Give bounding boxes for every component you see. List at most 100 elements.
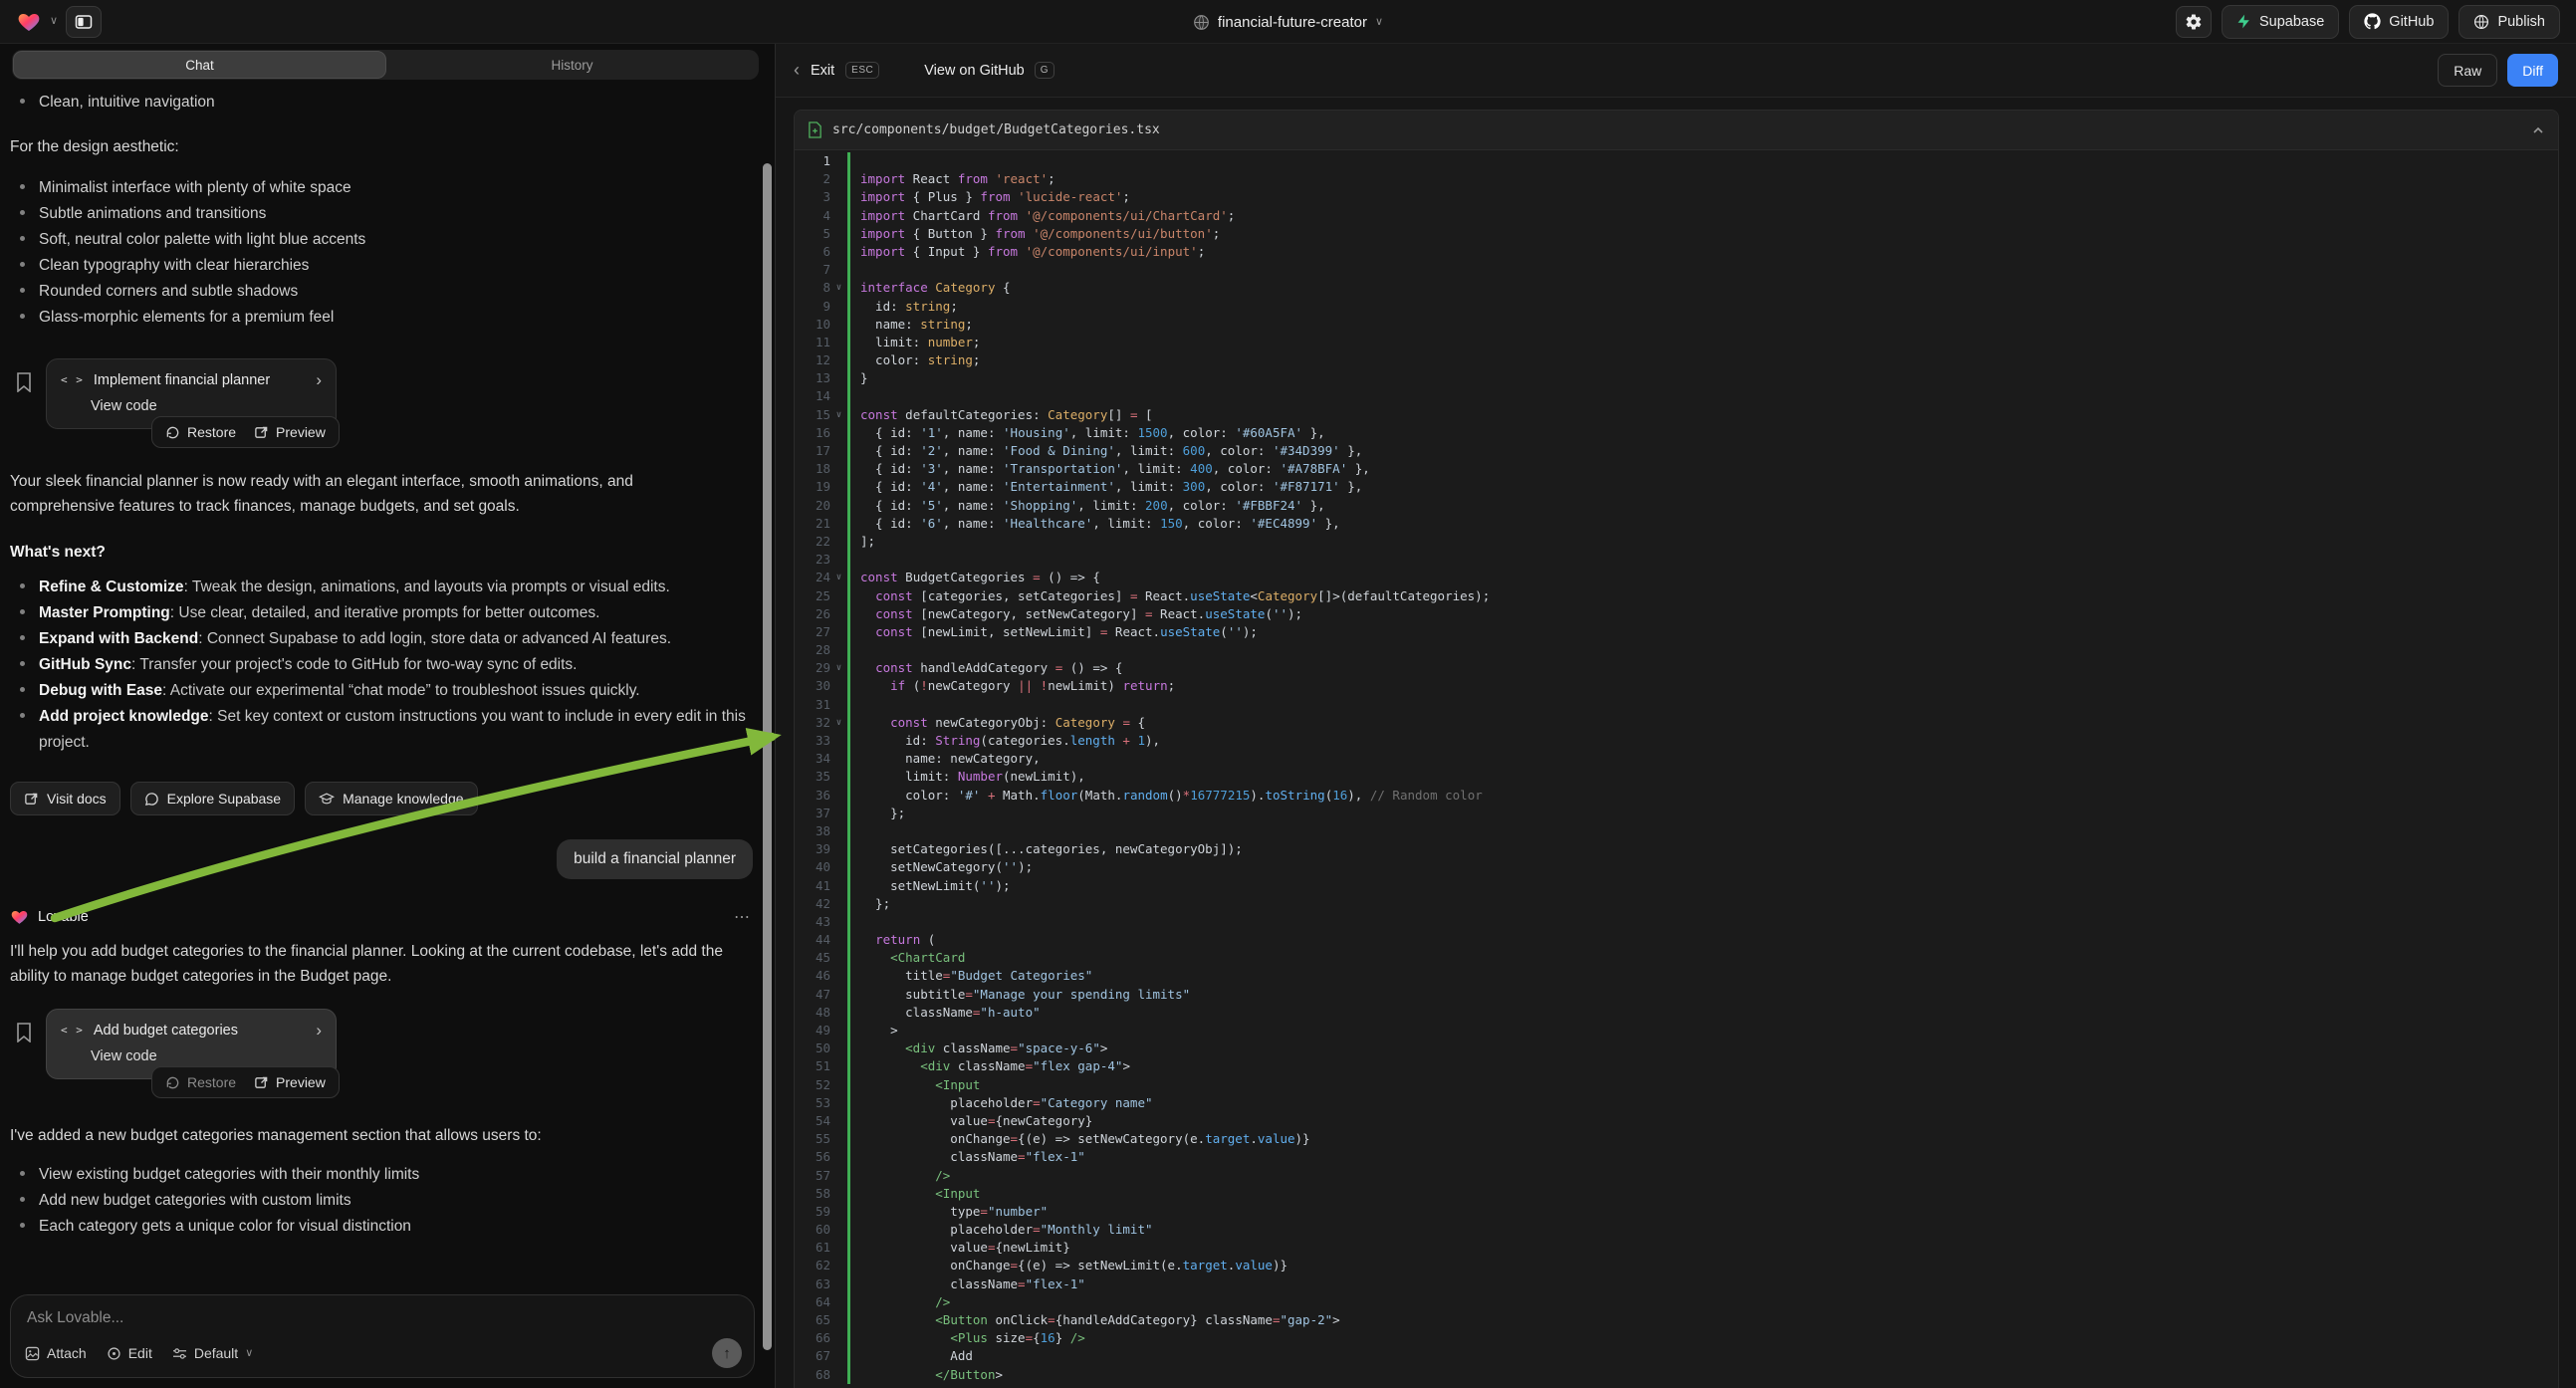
g-key-badge: G: [1035, 62, 1054, 79]
collapse-chevron-up-icon[interactable]: [2531, 124, 2545, 136]
code-line: 61 value={newLimit}: [795, 1239, 2558, 1257]
code-icon: < >: [61, 373, 84, 386]
code-line: 46 title="Budget Categories": [795, 967, 2558, 985]
code-line: 36 color: '#' + Math.floor(Math.random()…: [795, 787, 2558, 805]
top-bar: ∨ financial-future-creator ∨ Supabase: [0, 0, 2576, 44]
preview-button[interactable]: Preview: [254, 1074, 326, 1090]
back-chevron-icon[interactable]: ‹: [794, 60, 800, 81]
code-line: 6import { Input } from '@/components/ui/…: [795, 243, 2558, 261]
list-item: Soft, neutral color palette with light b…: [10, 227, 761, 253]
whats-next-heading: What's next?: [10, 544, 761, 562]
user-message: build a financial planner: [557, 839, 753, 879]
code-line: 12 color: string;: [795, 351, 2558, 369]
settings-button[interactable]: [2176, 6, 2212, 38]
code-line: 28: [795, 641, 2558, 659]
code-line: 14: [795, 387, 2558, 405]
code-line: 32∨ const newCategoryObj: Category = {: [795, 714, 2558, 732]
external-link-icon: [24, 792, 39, 807]
chevron-right-icon[interactable]: ›: [316, 371, 322, 388]
view-on-github-button[interactable]: View on GitHub: [924, 63, 1024, 79]
code-line: 66 <Plus size={16} />: [795, 1329, 2558, 1347]
version-card-title: Implement financial planner: [94, 372, 270, 388]
list-item: GitHub Sync: Transfer your project's cod…: [10, 652, 752, 678]
code-line: 54 value={newCategory}: [795, 1112, 2558, 1130]
preview-button[interactable]: Preview: [254, 424, 326, 440]
bookmark-icon[interactable]: [16, 1023, 32, 1079]
view-code-link[interactable]: View code: [91, 1048, 322, 1064]
send-button[interactable]: ↑: [712, 1338, 742, 1368]
code-line: 51 <div className="flex gap-4">: [795, 1057, 2558, 1075]
publish-button[interactable]: Publish: [2459, 5, 2560, 39]
code-line: 9 id: string;: [795, 298, 2558, 316]
github-icon: [2364, 13, 2381, 30]
preview-icon: [254, 1075, 269, 1090]
assistant-paragraph: I'll help you add budget categories to t…: [10, 939, 749, 989]
preview-icon: [254, 425, 269, 440]
attach-button[interactable]: Attach: [25, 1345, 87, 1361]
code-line: 30 if (!newCategory || !newLimit) return…: [795, 677, 2558, 695]
list-item: Subtle animations and transitions: [10, 201, 761, 227]
supabase-button[interactable]: Supabase: [2222, 5, 2339, 39]
sidebar-toggle-button[interactable]: [66, 6, 102, 38]
design-heading: For the design aesthetic:: [10, 134, 761, 159]
more-options-icon[interactable]: ⋯: [734, 907, 751, 927]
code-line: 7: [795, 261, 2558, 279]
version-card-title: Add budget categories: [94, 1023, 238, 1039]
code-line: 49 >: [795, 1022, 2558, 1040]
list-item: Minimalist interface with plenty of whit…: [10, 175, 761, 201]
chevron-right-icon[interactable]: ›: [316, 1022, 322, 1039]
code-line: 15∨const defaultCategories: Category[] =…: [795, 406, 2558, 424]
raw-toggle-button[interactable]: Raw: [2438, 54, 2497, 87]
code-line: 63 className="flex-1": [795, 1275, 2558, 1293]
quick-actions: Visit docs Explore Supabase Manage knowl…: [10, 782, 761, 815]
list-item: Each category gets a unique color for vi…: [10, 1214, 761, 1240]
code-line: 27 const [newLimit, setNewLimit] = React…: [795, 623, 2558, 641]
tab-history[interactable]: History: [386, 51, 758, 79]
code-line: 13}: [795, 369, 2558, 387]
code-line: 50 <div className="space-y-6">: [795, 1040, 2558, 1057]
added-bullet-list: View existing budget categories with the…: [10, 1162, 761, 1240]
code-line: 16 { id: '1', name: 'Housing', limit: 15…: [795, 424, 2558, 442]
code-line: 3import { Plus } from 'lucide-react';: [795, 188, 2558, 206]
bookmark-icon[interactable]: [16, 372, 32, 429]
chat-input[interactable]: [11, 1295, 754, 1339]
explore-supabase-button[interactable]: Explore Supabase: [130, 782, 295, 815]
project-name[interactable]: financial-future-creator: [1218, 14, 1367, 31]
exit-button[interactable]: Exit: [811, 63, 834, 79]
lovable-logo-icon[interactable]: [16, 10, 42, 34]
tab-chat[interactable]: Chat: [13, 51, 386, 79]
list-item: Expand with Backend: Connect Supabase to…: [10, 626, 752, 652]
list-item: Clean, intuitive navigation: [10, 90, 761, 116]
code-line: 20 { id: '5', name: 'Shopping', limit: 2…: [795, 497, 2558, 515]
restore-button[interactable]: Restore: [165, 424, 236, 440]
file-path: src/components/budget/BudgetCategories.t…: [832, 122, 1160, 137]
view-code-link[interactable]: View code: [91, 398, 322, 414]
mode-select[interactable]: Default ∨: [172, 1345, 253, 1361]
logo-chevron-down-icon[interactable]: ∨: [50, 16, 58, 27]
github-button[interactable]: GitHub: [2349, 5, 2449, 39]
chat-scrollbar[interactable]: [763, 163, 772, 1350]
code-line: 44 return (: [795, 931, 2558, 949]
code-line: 25 const [categories, setCategories] = R…: [795, 587, 2558, 605]
code-line: 53 placeholder="Category name": [795, 1094, 2558, 1112]
diff-toggle-button[interactable]: Diff: [2507, 54, 2558, 87]
list-item: Add new budget categories with custom li…: [10, 1188, 761, 1214]
code-line: 34 name: newCategory,: [795, 750, 2558, 768]
code-line: 60 placeholder="Monthly limit": [795, 1221, 2558, 1239]
visit-docs-button[interactable]: Visit docs: [10, 782, 120, 815]
project-chevron-down-icon[interactable]: ∨: [1375, 17, 1383, 28]
edit-button[interactable]: Edit: [107, 1345, 152, 1361]
code-line: 56 className="flex-1": [795, 1148, 2558, 1166]
code-panel: ‹ Exit ESC View on GitHub G Raw Diff src…: [775, 44, 2576, 1388]
manage-knowledge-button[interactable]: Manage knowledge: [305, 782, 477, 815]
assistant-name: Lovable: [38, 909, 89, 925]
file-header[interactable]: src/components/budget/BudgetCategories.t…: [795, 111, 2558, 150]
code-line: 62 onChange={(e) => setNewLimit(e.target…: [795, 1257, 2558, 1274]
restore-button[interactable]: Restore: [165, 1074, 236, 1090]
code-line: 2import React from 'react';: [795, 170, 2558, 188]
code-line: 47 subtitle="Manage your spending limits…: [795, 986, 2558, 1004]
code-icon: < >: [61, 1024, 84, 1037]
code-line: 58 <Input: [795, 1185, 2558, 1203]
publish-globe-icon: [2473, 14, 2489, 30]
list-item: Glass-morphic elements for a premium fee…: [10, 305, 761, 331]
